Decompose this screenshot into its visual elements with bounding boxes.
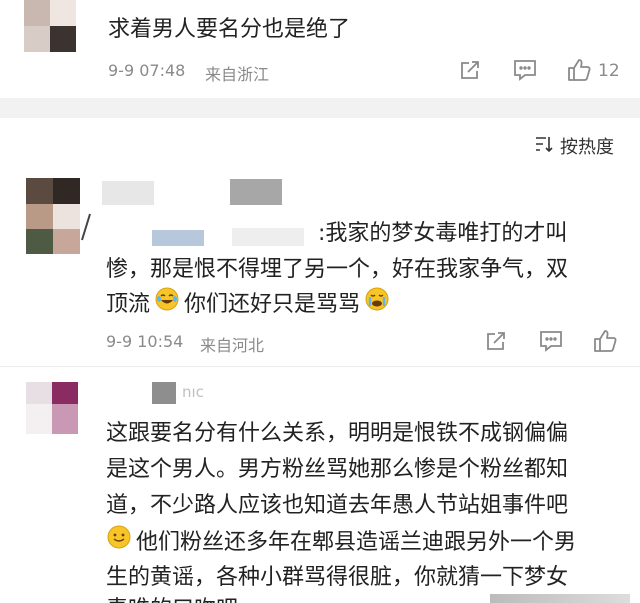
comment-timestamp: 9-9 10:54 <box>106 332 184 351</box>
avatar[interactable] <box>26 382 78 434</box>
username-blurred-extra <box>230 179 282 205</box>
mention-blurred-extra <box>232 228 304 246</box>
comment-text-line: :我家的梦女毒唯打的才叫 <box>318 221 568 246</box>
comment-text-fragment: 他们粉丝还多年在郫县造谣兰迪跟另外一个男 <box>136 530 577 555</box>
crying-emoji-icon <box>364 286 390 324</box>
comment-location: 来自浙江 <box>205 65 270 84</box>
comment-icon[interactable] <box>512 58 538 82</box>
comment-text-line: 是这个男人。男方粉丝骂她那么惨是个粉丝都知 <box>106 457 569 482</box>
username-text[interactable]: nic <box>182 388 204 398</box>
comment-text-line: 毒唯的口吻吧 <box>106 592 238 603</box>
like-count: 12 <box>598 61 620 81</box>
laugh-cry-emoji-icon <box>154 286 180 324</box>
sort-by-hot-button[interactable]: 按热度 <box>534 133 614 159</box>
like-icon[interactable] <box>566 57 592 83</box>
share-icon[interactable] <box>458 58 482 82</box>
avatar[interactable] <box>24 0 76 52</box>
comment-text: 求着男人要名分也是绝了 <box>108 17 351 42</box>
mention-blurred[interactable] <box>152 230 204 246</box>
like-icon[interactable] <box>592 328 618 354</box>
sort-icon <box>534 134 554 158</box>
comment-text-line: 道，不少路人应该也知道去年愚人节站姐事件吧 <box>106 493 569 518</box>
comment-text-line: 这跟要名分有什么关系，明明是恨铁不成钢偏偏 <box>106 421 569 446</box>
verified-badge-icon <box>80 212 92 246</box>
smile-emoji-icon <box>106 524 132 562</box>
section-divider <box>0 98 640 118</box>
comment-text-line: 惨，那是恨不得埋了另一个，好在我家争气，双 <box>106 257 569 282</box>
comment-text-fragment: 你们还好只是骂骂 <box>184 292 361 317</box>
avatar[interactable] <box>26 178 80 254</box>
sort-label: 按热度 <box>560 137 614 158</box>
username-blurred[interactable] <box>102 181 154 205</box>
comment-text-fragment: 顶流 <box>106 292 151 317</box>
divider-line <box>0 366 640 367</box>
comment-location: 来自河北 <box>200 336 265 355</box>
username-blurred[interactable] <box>152 382 176 404</box>
comment-text-line: 生的黄谣，各种小群骂得很脏，你就猜一下梦女 <box>106 565 569 590</box>
comment-text-line: 顶流 你们还好只是骂骂 <box>106 286 390 324</box>
watermark-blurred <box>490 594 630 603</box>
comment-timestamp: 9-9 07:48 <box>108 61 186 80</box>
comment-text-line: 他们粉丝还多年在郫县造谣兰迪跟另外一个男 <box>106 524 576 562</box>
share-icon[interactable] <box>484 329 508 353</box>
comment-icon[interactable] <box>538 329 564 353</box>
